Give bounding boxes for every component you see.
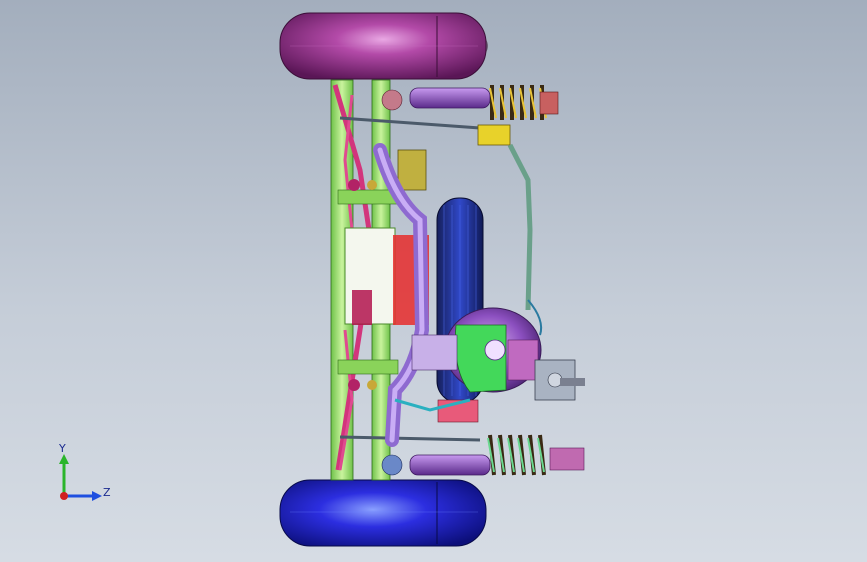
chassis-assembly-model[interactable]	[0, 0, 867, 562]
differential[interactable]	[444, 307, 585, 401]
y-axis-label: Y	[59, 442, 66, 455]
top-tire[interactable]	[279, 12, 488, 80]
z-axis-label: Z	[103, 486, 111, 499]
cad-viewport[interactable]: Y Z	[0, 0, 867, 562]
bottom-tire[interactable]	[279, 479, 487, 547]
front-strut-top[interactable]	[409, 85, 559, 336]
front-strut-bottom[interactable]	[409, 434, 585, 476]
y-axis-arrowhead	[59, 454, 69, 464]
z-axis-arrowhead	[92, 491, 102, 501]
x-axis-dot	[60, 492, 68, 500]
